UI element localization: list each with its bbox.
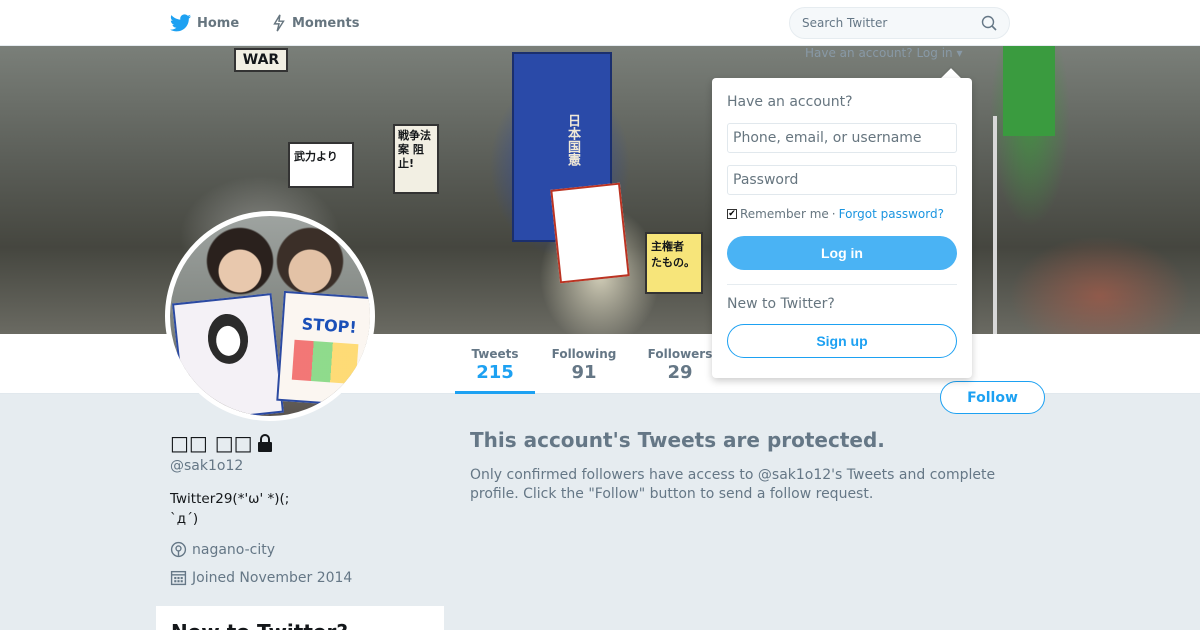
dropdown-divider	[727, 284, 957, 285]
login-button[interactable]: Log in	[727, 236, 957, 270]
have-account-login-link[interactable]: Have an account? Log in ▾	[805, 46, 962, 60]
lightning-icon	[273, 14, 285, 32]
protected-title: This account's Tweets are protected.	[470, 428, 885, 452]
stat-followers-value: 29	[667, 362, 693, 383]
nav-home-label: Home	[197, 15, 240, 31]
profile-name-text: □□ □□	[170, 431, 253, 455]
profile-joined: Joined November 2014	[170, 569, 352, 586]
profile-location: nagano-city	[170, 541, 275, 558]
password-field[interactable]	[727, 165, 957, 195]
profile-joined-text: Joined November 2014	[192, 569, 353, 586]
signup-button[interactable]: Sign up	[727, 324, 957, 358]
top-navigation-bar: Home Moments Search Twitter	[0, 0, 1200, 46]
stat-tweets[interactable]: Tweets 215	[455, 334, 535, 394]
avatar-poster-text: STOP!	[301, 314, 358, 338]
stat-following-label: Following	[551, 347, 617, 361]
nav-home[interactable]: Home	[170, 0, 239, 46]
stat-following-value: 91	[571, 362, 597, 383]
banner-illustration-sign	[550, 182, 630, 284]
stat-following[interactable]: Following 91	[545, 334, 623, 394]
profile-handle[interactable]: @sak1o12	[170, 458, 243, 474]
nav-moments-label: Moments	[292, 15, 360, 31]
remember-me-row: ✔ Remember me · Forgot password?	[727, 207, 944, 221]
protected-body: Only confirmed followers have access to …	[470, 467, 996, 502]
avatar-poster-right: STOP!	[276, 290, 370, 408]
stat-tweets-value: 215	[476, 362, 514, 383]
forgot-password-link[interactable]: Forgot password?	[839, 207, 944, 221]
avatar-poster-left	[172, 293, 284, 416]
new-to-twitter-heading: New to Twitter?	[727, 296, 835, 312]
profile-name: □□ □□	[170, 431, 273, 455]
banner-sign-sovereign: 主権者 たもの。	[645, 232, 703, 294]
follow-button[interactable]: Follow	[940, 381, 1045, 414]
nav-moments[interactable]: Moments	[272, 0, 359, 46]
stat-followers-label: Followers	[647, 347, 713, 361]
login-heading: Have an account?	[727, 94, 853, 110]
remember-me-label[interactable]: Remember me	[740, 207, 829, 221]
lock-icon	[257, 434, 272, 452]
stat-tweets-label: Tweets	[471, 347, 519, 361]
banner-green-flag	[1003, 46, 1055, 136]
new-to-twitter-card: New to Twitter?	[156, 606, 444, 630]
stat-followers[interactable]: Followers 29	[645, 334, 715, 394]
banner-sign-stop-bill: 戦争法案 阻止!	[393, 124, 439, 194]
search-icon[interactable]	[981, 15, 997, 31]
banner-sign-war: WAR	[234, 48, 288, 72]
banner-sign-force: 武力より	[288, 142, 354, 188]
avatar[interactable]: STOP!	[165, 211, 375, 421]
remember-separator: ·	[831, 207, 836, 221]
location-pin-icon	[170, 541, 187, 558]
calendar-icon	[170, 570, 187, 586]
login-dropdown: Have an account? ✔ Remember me · Forgot …	[712, 78, 972, 378]
banner-flag-pole	[993, 116, 997, 334]
search-input[interactable]: Search Twitter	[789, 7, 1010, 39]
profile-bio: Twitter29(*'ω' *)(; `д´)	[170, 491, 290, 527]
new-to-twitter-card-title: New to Twitter?	[171, 620, 429, 630]
twitter-bird-icon	[170, 14, 191, 32]
profile-location-text: nagano-city	[192, 541, 276, 558]
remember-me-checkbox[interactable]: ✔	[727, 209, 737, 219]
username-field[interactable]	[727, 123, 957, 153]
search-placeholder: Search Twitter	[802, 16, 888, 30]
